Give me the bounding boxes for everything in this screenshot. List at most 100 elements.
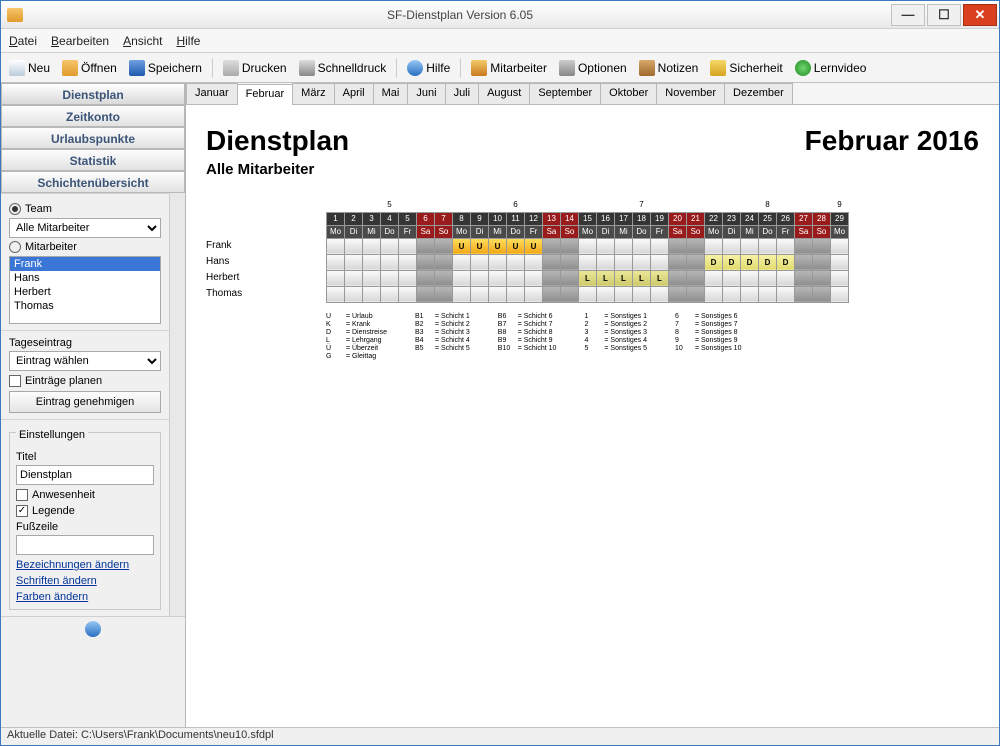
list-item[interactable]: Thomas bbox=[10, 299, 160, 313]
menu-bearbeiten[interactable]: Bearbeiten bbox=[51, 34, 109, 48]
month-tab-dezember[interactable]: Dezember bbox=[724, 83, 793, 104]
titel-input[interactable] bbox=[16, 465, 154, 485]
legend-entry: 2 = Sonstiges 2 bbox=[584, 321, 647, 328]
menu-datei[interactable]: Datei bbox=[9, 34, 37, 48]
legend-block: U = UrlaubK = KrankD = DienstreiseL = Le… bbox=[326, 313, 979, 360]
legend-entry: Ü = Überzeit bbox=[326, 345, 387, 352]
tageseintrag-select[interactable]: Eintrag wählen bbox=[9, 351, 161, 371]
options-icon bbox=[559, 60, 575, 76]
list-item[interactable]: Hans bbox=[10, 271, 160, 285]
eintraege-planen-checkbox[interactable]: Einträge planen bbox=[9, 375, 161, 387]
minimize-button[interactable]: — bbox=[891, 4, 925, 26]
radio-team[interactable]: Team bbox=[9, 203, 161, 215]
menu-ansicht[interactable]: Ansicht bbox=[123, 34, 162, 48]
legend-entry: B9 = Schicht 9 bbox=[498, 337, 557, 344]
notes-icon bbox=[639, 60, 655, 76]
legend-entry: B2 = Schicht 2 bbox=[415, 321, 470, 328]
titel-label: Titel bbox=[16, 451, 154, 463]
legend-entry: B4 = Schicht 4 bbox=[415, 337, 470, 344]
legend-entry: 8 = Sonstiges 8 bbox=[675, 329, 741, 336]
sidebar-scrollbar[interactable] bbox=[169, 193, 185, 616]
row-name: Hans bbox=[206, 254, 326, 270]
nav-schichtenübersicht[interactable]: Schichtenübersicht bbox=[1, 171, 185, 193]
fusszeile-input[interactable] bbox=[16, 535, 154, 555]
tb-lernvideo[interactable]: Lernvideo bbox=[791, 58, 871, 78]
maximize-button[interactable]: ☐ bbox=[927, 4, 961, 26]
month-tab-februar[interactable]: Februar bbox=[237, 84, 294, 105]
schedule-grid[interactable]: 5678912345678910111213141516171819202122… bbox=[326, 198, 849, 303]
tb-oeffnen[interactable]: Öffnen bbox=[58, 58, 121, 78]
legend-entry: 4 = Sonstiges 4 bbox=[584, 337, 647, 344]
content-area: JanuarFebruarMärzAprilMaiJuniJuliAugustS… bbox=[186, 83, 999, 727]
list-item[interactable]: Herbert bbox=[10, 285, 160, 299]
month-tab-januar[interactable]: Januar bbox=[186, 83, 238, 104]
legend-entry: B1 = Schicht 1 bbox=[415, 313, 470, 320]
tb-speichern[interactable]: Speichern bbox=[125, 58, 206, 78]
nav-statistik[interactable]: Statistik bbox=[1, 149, 185, 171]
team-select[interactable]: Alle Mitarbeiter bbox=[9, 218, 161, 238]
legend-entry: 6 = Sonstiges 6 bbox=[675, 313, 741, 320]
legend-entry: K = Krank bbox=[326, 321, 387, 328]
quickprint-icon bbox=[299, 60, 315, 76]
titlebar: SF-Dienstplan Version 6.05 — ☐ ✕ bbox=[1, 1, 999, 29]
tb-schnelldruck[interactable]: Schnelldruck bbox=[295, 58, 391, 78]
legend-entry: 9 = Sonstiges 9 bbox=[675, 337, 741, 344]
radio-mitarbeiter[interactable]: Mitarbeiter bbox=[9, 241, 161, 253]
statusbar: Aktuelle Datei: C:\Users\Frank\Documents… bbox=[1, 727, 999, 745]
link-schriften[interactable]: Schriften ändern bbox=[16, 575, 154, 587]
eintrag-genehmigen-button[interactable]: Eintrag genehmigen bbox=[9, 391, 161, 413]
month-tab-august[interactable]: August bbox=[478, 83, 530, 104]
month-tab-juni[interactable]: Juni bbox=[407, 83, 445, 104]
new-icon bbox=[9, 60, 25, 76]
month-tab-mai[interactable]: Mai bbox=[373, 83, 409, 104]
tb-hilfe[interactable]: Hilfe bbox=[403, 58, 454, 78]
anwesenheit-checkbox[interactable]: Anwesenheit bbox=[16, 489, 154, 501]
radio-mitarbeiter-label: Mitarbeiter bbox=[25, 241, 77, 253]
menubar: Datei Bearbeiten Ansicht Hilfe bbox=[1, 29, 999, 53]
menu-hilfe[interactable]: Hilfe bbox=[176, 34, 200, 48]
legende-checkbox[interactable]: ✓ Legende bbox=[16, 505, 154, 517]
month-tab-oktober[interactable]: Oktober bbox=[600, 83, 657, 104]
month-tab-november[interactable]: November bbox=[656, 83, 725, 104]
nav-urlaubspunkte[interactable]: Urlaubspunkte bbox=[1, 127, 185, 149]
month-tab-september[interactable]: September bbox=[529, 83, 601, 104]
row-name: Herbert bbox=[206, 270, 326, 286]
list-item[interactable]: Frank bbox=[10, 257, 160, 271]
legend-entry: G = Gleittag bbox=[326, 353, 387, 360]
link-farben[interactable]: Farben ändern bbox=[16, 591, 154, 603]
tb-drucken[interactable]: Drucken bbox=[219, 58, 291, 78]
legend-entry: B5 = Schicht 5 bbox=[415, 345, 470, 352]
month-tabs: JanuarFebruarMärzAprilMaiJuniJuliAugustS… bbox=[186, 83, 999, 105]
link-bezeichnungen[interactable]: Bezeichnungen ändern bbox=[16, 559, 154, 571]
open-icon bbox=[62, 60, 78, 76]
nav-dienstplan[interactable]: Dienstplan bbox=[1, 83, 185, 105]
tb-neu[interactable]: Neu bbox=[5, 58, 54, 78]
einstellungen-groupbox-label: Einstellungen bbox=[16, 429, 88, 441]
doc-title: Dienstplan bbox=[206, 125, 349, 157]
row-name: Frank bbox=[206, 238, 326, 254]
legend-entry: B10 = Schicht 10 bbox=[498, 345, 557, 352]
doc-month: Februar 2016 bbox=[805, 125, 979, 157]
legend-entry: B6 = Schicht 6 bbox=[498, 313, 557, 320]
month-tab-märz[interactable]: März bbox=[292, 83, 334, 104]
month-tab-april[interactable]: April bbox=[334, 83, 374, 104]
row-name: Thomas bbox=[206, 286, 326, 302]
tb-optionen[interactable]: Optionen bbox=[555, 58, 631, 78]
close-button[interactable]: ✕ bbox=[963, 4, 997, 26]
legend-entry: 3 = Sonstiges 3 bbox=[584, 329, 647, 336]
play-icon bbox=[795, 60, 811, 76]
tb-notizen[interactable]: Notizen bbox=[635, 58, 703, 78]
tb-sicherheit[interactable]: Sicherheit bbox=[706, 58, 786, 78]
employees-icon bbox=[471, 60, 487, 76]
legend-entry: 10 = Sonstiges 10 bbox=[675, 345, 741, 352]
help-icon[interactable] bbox=[85, 621, 101, 637]
tb-mitarbeiter[interactable]: Mitarbeiter bbox=[467, 58, 551, 78]
sidebar: DienstplanZeitkontoUrlaubspunkteStatisti… bbox=[1, 83, 186, 727]
legend-entry: L = Lehrgang bbox=[326, 337, 387, 344]
month-tab-juli[interactable]: Juli bbox=[445, 83, 480, 104]
fusszeile-label: Fußzeile bbox=[16, 521, 154, 533]
nav-zeitkonto[interactable]: Zeitkonto bbox=[1, 105, 185, 127]
employee-listbox[interactable]: FrankHansHerbertThomas bbox=[9, 256, 161, 324]
legend-entry: B8 = Schicht 8 bbox=[498, 329, 557, 336]
toolbar: Neu Öffnen Speichern Drucken Schnelldruc… bbox=[1, 53, 999, 83]
